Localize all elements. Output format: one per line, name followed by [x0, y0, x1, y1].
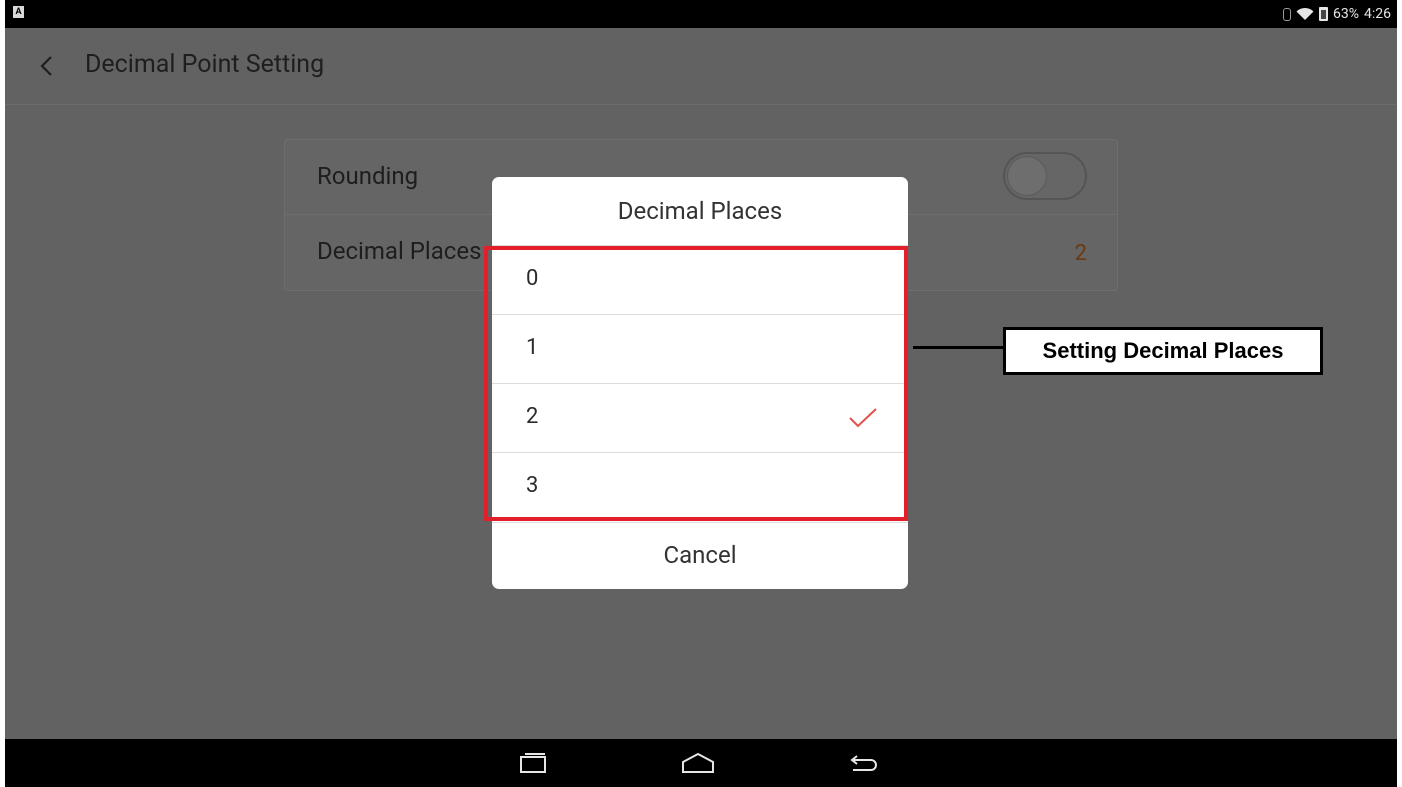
back-icon[interactable]: [845, 751, 881, 777]
app-header: Decimal Point Setting: [5, 28, 1397, 105]
page-title: Decimal Point Setting: [85, 50, 325, 79]
battery-icon: [1319, 7, 1328, 21]
callout-label: Setting Decimal Places: [1003, 327, 1323, 375]
chevron-left-icon[interactable]: [33, 52, 61, 80]
status-bar: A 63% 4:26: [5, 0, 1397, 28]
clock: 4:26: [1364, 6, 1391, 22]
notification-icon: A: [13, 6, 24, 18]
callout-line: [913, 346, 1008, 349]
battery-percent: 63%: [1333, 6, 1359, 22]
decimal-places-label: Decimal Places: [317, 237, 482, 265]
dialog-title: Decimal Places: [617, 197, 783, 225]
decimal-places-value: 2: [1074, 241, 1087, 266]
rounding-label: Rounding: [317, 162, 419, 190]
toggle-knob: [1007, 156, 1047, 196]
bluetooth-icon: [1283, 7, 1291, 21]
status-icons: 63% 4:26: [1283, 4, 1391, 24]
cancel-button[interactable]: Cancel: [492, 522, 908, 589]
navigation-bar: [5, 739, 1397, 787]
wifi-icon: [1296, 7, 1314, 20]
recent-apps-icon[interactable]: [515, 751, 551, 777]
highlight-box: [484, 246, 908, 521]
rounding-toggle[interactable]: [1003, 152, 1087, 200]
home-icon[interactable]: [680, 751, 716, 777]
